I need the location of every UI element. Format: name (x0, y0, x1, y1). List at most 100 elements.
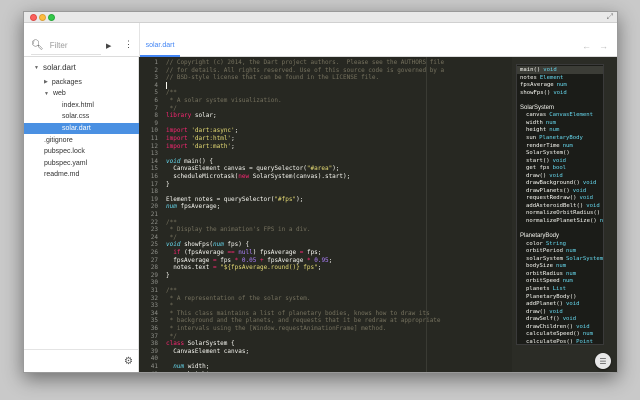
tree-item[interactable]: solar.dart (24, 123, 139, 134)
outline-item-type: void (579, 195, 594, 202)
run-button[interactable]: ▶ (106, 42, 111, 50)
tree-item-label: solar.dart (62, 125, 91, 132)
tree-item-label: solar.dart (42, 63, 76, 72)
outline-item-type: n… (599, 218, 604, 224)
chevron-right-icon[interactable]: ▶ (44, 79, 48, 85)
gear-icon[interactable]: ⚙ (124, 356, 133, 367)
tree-item[interactable]: ▶ packages (24, 77, 139, 88)
code-token: * A solar system visualization. (166, 97, 282, 104)
code-token: ; (328, 256, 333, 264)
tree-item[interactable]: pubspec.lock (24, 146, 139, 157)
outline-item-type: num (566, 270, 577, 277)
code-line: 6 * A solar system visualization. (139, 97, 512, 105)
line-number: 2 (154, 66, 158, 74)
outline-item-name: normalizeOrbitRadius() (526, 210, 601, 217)
code-line: 19 Element notes = querySelector("#fps"); (139, 196, 512, 204)
close-window-button[interactable] (30, 14, 37, 21)
code-line: 28 notes.text = "${fpsAverage.round()} f… (139, 264, 512, 272)
outline-item-name: draw() (526, 308, 547, 315)
tree-item[interactable]: pubspec.yaml (24, 158, 139, 169)
code-text: * This class maintains a list of planeta… (166, 310, 430, 318)
line-number: 12 (150, 142, 158, 150)
code-token: solar; (191, 112, 217, 120)
outline-item-type: void (582, 180, 597, 187)
code-token: fpsAverage (166, 256, 213, 264)
navigate-back-button[interactable]: ← (582, 41, 591, 51)
tree-item[interactable]: ▼ web (24, 88, 139, 99)
outline-item-type: bool (552, 165, 567, 172)
fullscreen-icon[interactable]: ⤢ (607, 12, 613, 22)
code-token: fpsAverage (263, 256, 307, 264)
outline-item-name: sun (526, 134, 537, 141)
code-line: 8 library solar; (139, 112, 512, 120)
outline-item-name: bodySize (526, 263, 553, 270)
code-text: num width; (166, 363, 209, 371)
code-text: import 'dart:html'; (166, 135, 235, 143)
title-bar: ⤢ (24, 12, 617, 23)
more-menu-button[interactable]: ⋮ (124, 40, 133, 49)
line-number: 38 (150, 340, 158, 348)
tree-item[interactable]: readme.md (24, 169, 139, 180)
minimize-window-button[interactable] (39, 14, 46, 21)
outline-item-name: planets (526, 285, 550, 292)
outline-item[interactable]: calculatePos() Point (517, 338, 603, 345)
outline-item-name: drawChildren() (526, 323, 574, 330)
code-text: void showFps(num fps) { (166, 241, 249, 249)
code-text (166, 81, 167, 90)
code-token: "${fpsAverage.round()} fps" (220, 264, 318, 272)
line-number: 23 (150, 226, 158, 234)
sidebar-footer: ⚙ (24, 349, 138, 372)
outline-item-name: PlanetaryBody (520, 233, 560, 240)
code-line: 37 */ (139, 333, 512, 341)
navigate-forward-button[interactable]: → (599, 41, 608, 51)
code-token: new (238, 173, 250, 180)
code-token: * This class maintains a list of planeta… (166, 309, 430, 317)
code-token: height; (184, 371, 213, 372)
line-number: 18 (150, 188, 158, 196)
code-text: num height; (166, 371, 213, 372)
code-text: class SolarSystem { (166, 340, 235, 348)
tree-item[interactable]: solar.css (24, 111, 139, 122)
code-token: fps) { (223, 241, 250, 249)
tree-item[interactable]: index.html (24, 100, 139, 111)
line-number: 33 (150, 302, 158, 310)
tab-label: solar.dart (145, 42, 175, 49)
outline-item-name: calculatePos() (526, 338, 574, 345)
code-text: * Display the animation's FPS in a div. (166, 226, 311, 234)
tree-item-label: pubspec.lock (44, 148, 85, 156)
toolbar: 🔍︎ ▶ ⋮ solar.dart ← → (24, 23, 617, 57)
code-token: fps; (303, 249, 322, 256)
code-line: 27 fpsAverage = fps * 0.05 + fpsAverage … (139, 257, 512, 265)
chevron-down-icon[interactable]: ▼ (34, 65, 39, 71)
code-token: ; (234, 127, 239, 135)
code-editor[interactable]: 1 // Copyright (c) 2014, the Dart project… (139, 57, 512, 372)
maximize-window-button[interactable] (48, 14, 55, 21)
chevron-down-icon[interactable]: ▼ (44, 91, 49, 97)
line-number: 29 (150, 271, 158, 279)
code-line: 10 import 'dart:async'; (139, 127, 512, 135)
code-line: 29} (139, 272, 512, 280)
code-line: 36 * intervals using the [Window.request… (139, 325, 512, 333)
code-token: 0.05 (241, 256, 257, 264)
code-line: 14 void main() { (139, 158, 512, 166)
tree-item-label: readme.md (44, 171, 80, 179)
line-number: 19 (150, 195, 158, 203)
outline-item-type: Point (576, 338, 593, 345)
code-token: ); (332, 165, 340, 173)
filter-input[interactable] (49, 41, 100, 50)
code-token: == (227, 249, 235, 256)
code-token: ); (296, 195, 304, 203)
outline-item-name: addPlanet() (526, 301, 564, 308)
code-token: library (166, 112, 192, 120)
code-token: */ (166, 104, 177, 112)
outline-item-type: num (545, 119, 556, 126)
outline-item-type: Element (539, 74, 564, 81)
code-text: /** (166, 89, 177, 97)
tree-item[interactable]: ▼ solar.dart (24, 62, 139, 73)
code-line: 21 (139, 211, 512, 219)
line-number: 9 (154, 119, 158, 127)
tree-item[interactable]: .gitignore (24, 135, 139, 146)
tab-solar-dart[interactable]: solar.dart (140, 23, 180, 57)
code-token: */ (166, 332, 177, 340)
outline-toggle-button[interactable]: ☰ (595, 353, 611, 369)
